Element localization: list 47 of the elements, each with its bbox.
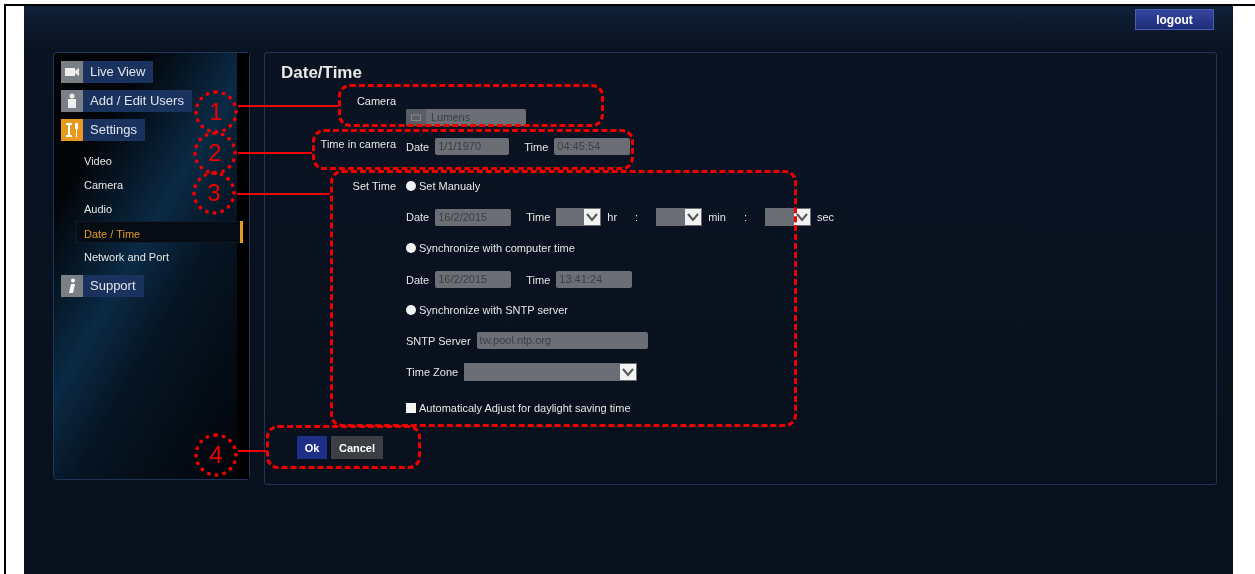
field-label: Time Zone — [406, 366, 459, 378]
field-label: Time in camera — [320, 138, 396, 150]
callout-number: 3 — [192, 171, 236, 215]
submenu-item[interactable]: Date / Time — [76, 221, 242, 243]
callout-number: 4 — [194, 433, 238, 477]
submenu-item[interactable]: Camera — [54, 173, 130, 195]
tools-icon — [64, 122, 80, 138]
field-label: : — [743, 211, 747, 223]
field-label: Time — [526, 273, 551, 286]
menu-item[interactable]: Settings — [83, 119, 145, 141]
field-label: Date — [406, 273, 430, 286]
submenu-item[interactable]: Video — [54, 149, 118, 171]
field-label: Date — [406, 140, 430, 153]
time-zone-dropdown[interactable] — [464, 363, 638, 381]
field-label: Time — [524, 140, 549, 153]
radio-option[interactable]: Set Manualy — [406, 180, 1200, 192]
person-icon — [65, 93, 79, 109]
submenu-item[interactable]: Network and Port — [54, 245, 175, 267]
radio-option[interactable]: Synchronize with SNTP server — [406, 304, 1200, 316]
callout-number: 1 — [194, 90, 238, 134]
menu-item[interactable]: Support — [83, 275, 144, 297]
menu-item[interactable]: Live View — [83, 61, 154, 83]
leader-line — [238, 450, 266, 452]
callout-number: 2 — [193, 131, 237, 175]
camera-icon — [411, 114, 421, 121]
second-dropdown[interactable] — [764, 208, 811, 226]
menu-item[interactable]: Add / Edit Users — [83, 90, 192, 112]
submenu-item[interactable]: Audio — [54, 197, 119, 219]
field-label: Time — [526, 211, 551, 223]
field-label: Camera — [356, 95, 396, 107]
page-title: Date/Time — [281, 63, 363, 83]
daylight-checkbox[interactable]: Automaticaly Adjust for daylight saving time — [406, 402, 1200, 414]
logout-button[interactable]: logout — [1135, 9, 1214, 30]
ok-button[interactable]: Ok — [297, 436, 327, 459]
video-camera-icon — [65, 67, 79, 77]
field-label: SNTP Server — [406, 334, 471, 347]
field-label: : — [635, 211, 639, 223]
info-icon — [67, 278, 77, 294]
radio-option[interactable]: Synchronize with computer time — [406, 242, 1200, 254]
field-label: Set Time — [352, 180, 396, 192]
field-label: Date — [406, 211, 430, 223]
field-label: hr — [607, 211, 618, 223]
hour-dropdown[interactable] — [556, 208, 602, 226]
field-label: min — [708, 211, 726, 223]
field-label: sec — [816, 211, 835, 223]
minute-dropdown[interactable] — [656, 208, 703, 226]
cancel-button[interactable]: Cancel — [331, 436, 383, 459]
